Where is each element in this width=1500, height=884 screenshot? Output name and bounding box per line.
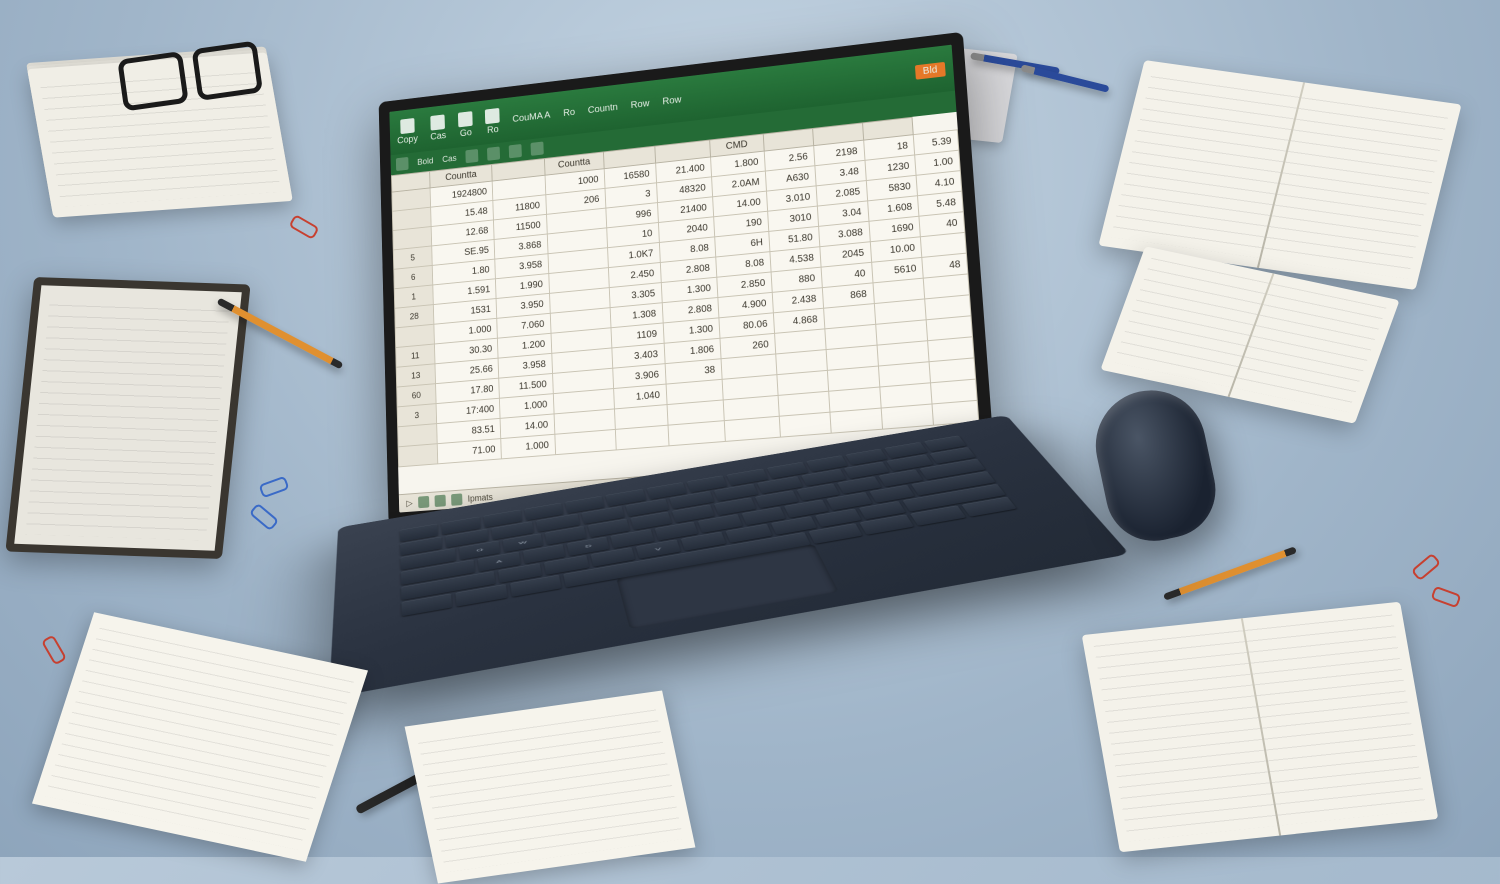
cell[interactable]: 71.00 [437,439,502,464]
badge-label: Bld [922,64,937,76]
ribbon-label: Go [460,127,472,138]
row-header[interactable] [398,444,438,467]
status-icon [434,495,445,507]
ribbon-label: Copy [397,133,418,145]
ribbon-item[interactable]: Row [631,98,650,110]
toolbar-label: Cas [442,153,457,164]
file-icon [400,118,415,134]
cell[interactable] [830,408,882,433]
tool-button[interactable] [531,141,544,155]
data-table: CounttaCounttaCMD 192480010001658021.400… [391,112,979,468]
ribbon-item[interactable]: Cas [430,114,447,142]
ribbon-label: Row [631,98,650,110]
ribbon-label: CouMA A [512,110,550,125]
table-icon [458,111,473,127]
ribbon-item[interactable]: Go [458,111,473,139]
ribbon-item[interactable]: Ro [485,107,500,135]
grid-icon [485,107,500,123]
cell[interactable] [668,421,726,446]
tool-button[interactable] [509,144,522,158]
cell[interactable] [615,425,668,450]
open-notebook-bottom-right [1082,602,1439,853]
cell[interactable] [881,404,934,429]
ribbon-label: Cas [430,130,446,142]
cell[interactable] [779,412,831,437]
ribbon-item[interactable]: CouMA A [512,110,550,125]
status-icon [451,493,462,505]
ribbon-label: Row [662,94,681,106]
cell[interactable] [724,416,780,441]
ribbon-label: Ro [563,107,575,119]
cell[interactable] [555,429,617,454]
ribbon-item[interactable]: Ro [563,107,575,119]
cell[interactable]: 1.000 [501,434,555,459]
home-icon [431,114,446,130]
ribbon-item[interactable]: Row [662,94,681,106]
tool-button[interactable] [465,149,478,163]
ribbon-item[interactable]: Copy [397,117,418,146]
clipboard [5,277,250,559]
ribbon-label: Ro [487,124,499,135]
ribbon-label: Countn [588,102,618,116]
status-icon [418,496,429,508]
laptop: Copy Cas Go Ro CouMA A Ro Countn Row Row… [370,50,1070,750]
tool-button[interactable] [487,146,500,160]
ribbon-item[interactable]: Countn [588,102,618,116]
toolbar-label: Bold [417,156,433,167]
ribbon-badge[interactable]: Bld [914,61,945,79]
tool-button[interactable] [396,157,409,171]
